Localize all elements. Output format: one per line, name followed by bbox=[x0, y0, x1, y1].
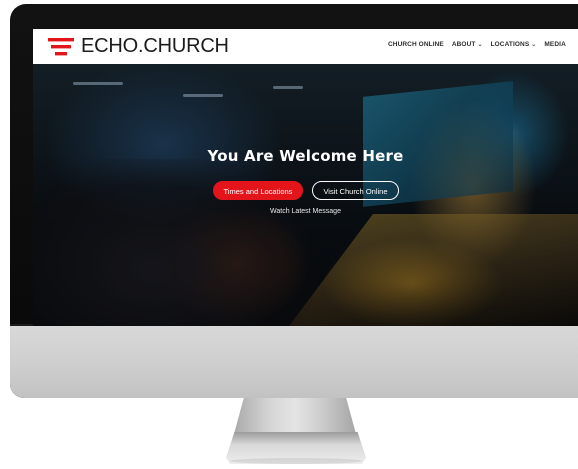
three-red-bars-logo[interactable] bbox=[48, 37, 74, 57]
nav-item-church-online[interactable]: CHURCH ONLINE bbox=[388, 41, 444, 48]
nav-item-label: MEDIA bbox=[544, 41, 566, 48]
visit-church-online-button[interactable]: Visit Church Online bbox=[312, 181, 399, 200]
nav-item-label: CHURCH ONLINE bbox=[388, 41, 444, 48]
nav-item-media[interactable]: MEDIA bbox=[544, 41, 565, 48]
site-logo-text[interactable]: ECHO.CHURCH bbox=[81, 35, 229, 58]
watch-latest-message-link[interactable]: Watch Latest Message bbox=[33, 208, 578, 215]
hero-title: You Are Welcome Here bbox=[207, 147, 404, 165]
nav-item-locations[interactable]: LOCATIONS ⌄ bbox=[491, 41, 537, 48]
chevron-down-icon: ⌄ bbox=[477, 42, 483, 48]
times-and-locations-button[interactable]: Times and Locations bbox=[212, 181, 304, 200]
monitor-chin bbox=[10, 326, 578, 398]
nav-item-about[interactable]: ABOUT ⌄ bbox=[452, 41, 483, 48]
chevron-down-icon: ⌄ bbox=[531, 42, 537, 48]
monitor-stand-neck bbox=[234, 398, 356, 434]
main-nav: CHURCH ONLINE ABOUT ⌄ LOCATIONS ⌄ MEDIA bbox=[388, 41, 566, 48]
hero-section: You Are Welcome Here Times and Locations… bbox=[33, 64, 578, 326]
nav-item-label: ABOUT bbox=[451, 41, 476, 48]
stand-shadow bbox=[230, 458, 362, 464]
nav-item-label: LOCATIONS bbox=[490, 41, 530, 48]
site-header: ECHO.CHURCH CHURCH ONLINE ABOUT ⌄ LOCATIO… bbox=[33, 29, 578, 64]
hero-buttons: Times and Locations Visit Church Online bbox=[33, 181, 578, 200]
monitor-screen: ECHO.CHURCH CHURCH ONLINE ABOUT ⌄ LOCATIO… bbox=[33, 29, 578, 326]
